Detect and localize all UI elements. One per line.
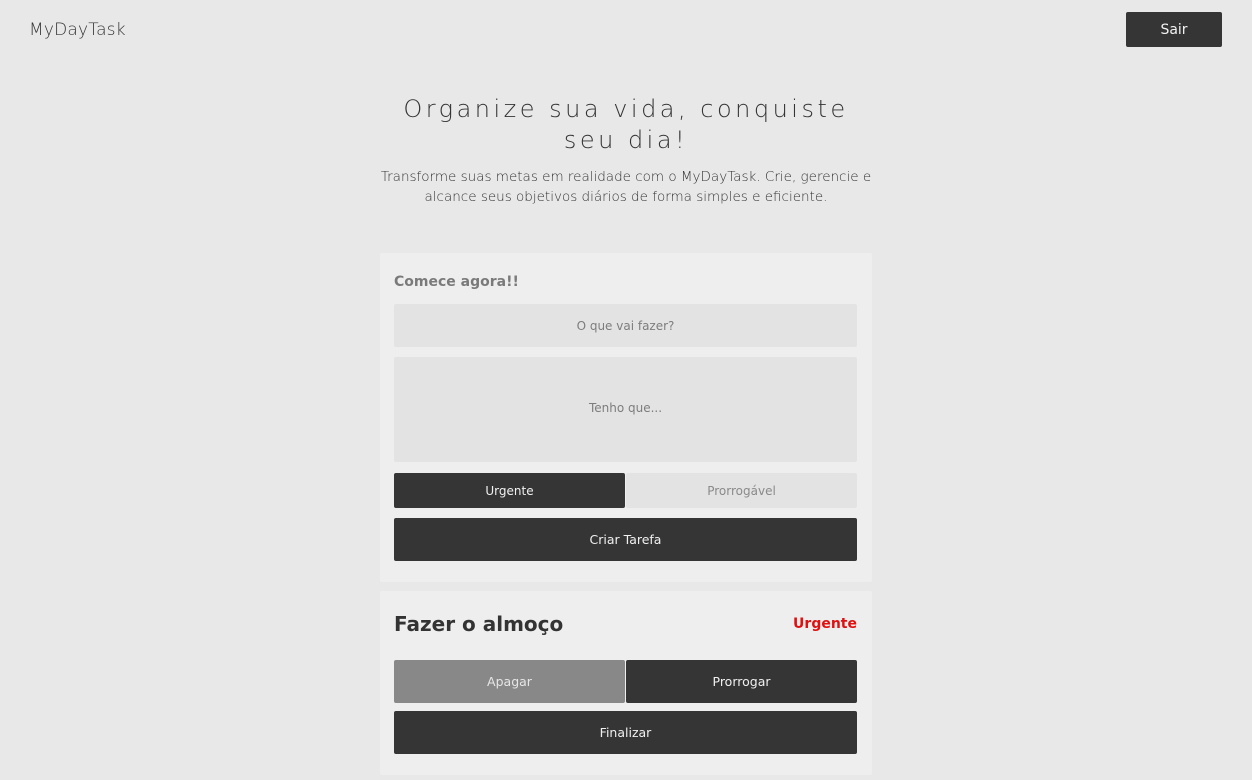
task-description-input[interactable]: [394, 357, 857, 462]
create-task-button[interactable]: Criar Tarefa: [394, 518, 857, 561]
hero-subtitle: Transforme suas metas em realidade com o…: [380, 169, 872, 205]
create-task-card: Comece agora!! Urgente Prorrogável Criar…: [380, 253, 872, 582]
hero-title: Organize sua vida, conquiste seu dia!: [403, 95, 849, 154]
postpone-task-button[interactable]: Prorrogar: [626, 660, 857, 703]
logout-button[interactable]: Sair: [1126, 12, 1222, 47]
task-title-input[interactable]: [394, 304, 857, 347]
task-title: Fazer o almoço: [394, 612, 564, 636]
priority-urgent-button[interactable]: Urgente: [394, 473, 625, 508]
task-card: Fazer o almoço Urgente Apagar Prorrogar …: [380, 591, 872, 775]
finish-task-button[interactable]: Finalizar: [394, 711, 857, 754]
app-logo: MyDayTask: [29, 20, 126, 40]
task-priority-badge: Urgente: [793, 616, 857, 632]
top-bar: MyDayTask Sair: [0, 0, 1252, 60]
delete-task-button[interactable]: Apagar: [394, 660, 625, 703]
create-task-heading: Comece agora!!: [394, 274, 519, 290]
priority-postponable-button[interactable]: Prorrogável: [626, 473, 857, 508]
